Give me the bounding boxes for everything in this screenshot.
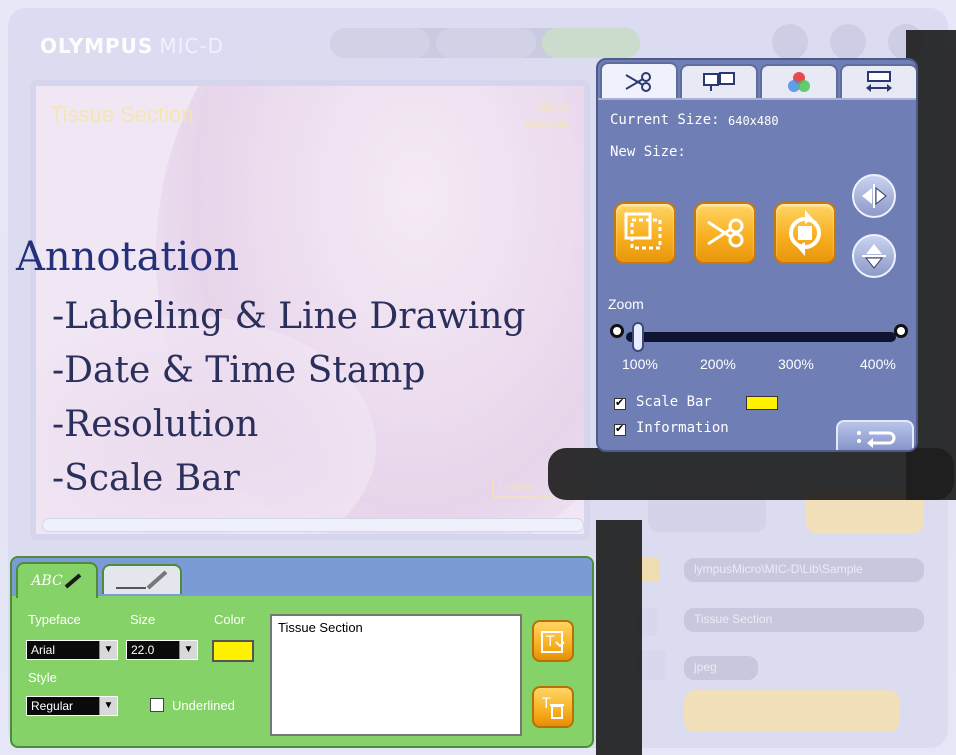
return-icon xyxy=(857,431,896,448)
screen: OLYMPUS MIC-D Tissue Section MIC-D 640x48… xyxy=(0,0,956,755)
format-select[interactable]: jpeg xyxy=(684,656,758,680)
crop-icon xyxy=(624,212,662,250)
svg-text:T: T xyxy=(545,634,555,650)
underlined-checkbox[interactable] xyxy=(150,698,164,712)
zoom-slider-thumb[interactable] xyxy=(632,322,644,352)
annotation-item: -Scale Bar xyxy=(52,458,240,499)
title-field[interactable]: Tissue Section xyxy=(684,608,924,632)
tool-tab-strip xyxy=(12,558,592,596)
size-select[interactable]: 22.0 ▼ xyxy=(126,640,198,660)
toolbar-segment[interactable] xyxy=(542,28,640,58)
text-insert-icon: T xyxy=(541,631,565,653)
tab-transfer[interactable] xyxy=(840,64,916,98)
brand-name: MIC-D xyxy=(159,34,225,58)
text-delete-icon: T xyxy=(541,696,564,719)
pencil-icon xyxy=(64,573,81,589)
annotation-item: -Resolution xyxy=(52,404,259,445)
delete-text-button[interactable]: T xyxy=(532,686,574,728)
rotate-button[interactable] xyxy=(774,202,836,264)
underlined-label: Underlined xyxy=(172,698,235,713)
annotation-text-input[interactable]: Tissue Section xyxy=(270,614,522,736)
typeface-value: Arial xyxy=(31,643,56,657)
tab-display[interactable] xyxy=(680,64,758,98)
text-tab-label: ABC xyxy=(31,573,63,589)
style-value: Regular xyxy=(31,699,74,713)
cut-button[interactable] xyxy=(694,202,756,264)
image-info: MIC-D 640x480 xyxy=(526,100,568,134)
chevron-down-icon: ▼ xyxy=(99,641,117,659)
zoom-tick-label: 200% xyxy=(700,356,736,372)
tab-resize[interactable] xyxy=(600,62,678,100)
zoom-out-icon[interactable] xyxy=(610,324,624,338)
scissors-icon xyxy=(625,72,651,92)
zoom-slider[interactable] xyxy=(626,332,896,342)
resize-panel: Current Size: 640x480 New Size: Zoom 100… xyxy=(596,58,918,452)
zoom-in-icon[interactable] xyxy=(894,324,908,338)
panel-shadow xyxy=(548,448,954,500)
zoom-tick-label: 100% xyxy=(622,356,658,372)
back-button[interactable] xyxy=(836,420,914,450)
color-icon xyxy=(788,72,810,92)
svg-text:T: T xyxy=(541,696,551,712)
image-label: Tissue Section xyxy=(50,102,194,127)
crop-button[interactable] xyxy=(614,202,676,264)
typeface-label: Typeface xyxy=(28,612,81,627)
current-size-value: 640x480 xyxy=(728,114,779,128)
scale-bar-color-swatch[interactable] xyxy=(746,396,778,410)
window-button[interactable] xyxy=(772,24,808,60)
current-size-label: Current Size: xyxy=(610,112,720,128)
flip-vertical-button[interactable] xyxy=(852,234,896,278)
scale-bar-text: 100µm xyxy=(498,482,534,493)
chevron-down-icon: ▼ xyxy=(179,641,197,659)
rotate-icon xyxy=(789,210,821,256)
scissors-icon xyxy=(707,218,744,248)
color-label: Color xyxy=(214,612,246,627)
chevron-down-icon: ▼ xyxy=(99,697,117,715)
panel-shadow xyxy=(596,520,642,755)
toolbar-pill[interactable] xyxy=(330,28,640,58)
size-label: Size xyxy=(130,612,156,627)
tab-line-drawing[interactable] xyxy=(102,564,182,594)
path-field[interactable]: lympusMicro\MIC-D\Lib\Sample xyxy=(684,558,924,582)
new-size-label: New Size: xyxy=(610,144,686,160)
apply-text-button[interactable]: T xyxy=(532,620,574,662)
toolbar-segment[interactable] xyxy=(436,28,536,58)
preview-scrollbar[interactable] xyxy=(42,518,584,532)
annotation-item: -Labeling & Line Drawing xyxy=(52,296,526,337)
flip-vertical-icon xyxy=(862,244,886,269)
app-logo: OLYMPUS MIC-D xyxy=(40,34,224,58)
typeface-select[interactable]: Arial ▼ xyxy=(26,640,118,660)
help-button[interactable] xyxy=(830,24,866,60)
annotation-item: -Date & Time Stamp xyxy=(52,350,426,391)
image-info-line: MIC-D xyxy=(536,102,568,114)
size-value: 22.0 xyxy=(131,643,155,657)
image-info-line: 640x480 xyxy=(525,119,568,131)
panel-tabs xyxy=(598,60,916,100)
information-label: Information xyxy=(636,420,729,436)
brand-bold: OLYMPUS xyxy=(40,34,154,58)
annotation-title: Annotation xyxy=(16,234,240,280)
save-button[interactable] xyxy=(684,690,900,732)
text-color-swatch[interactable] xyxy=(212,640,254,662)
line-pen-icon xyxy=(116,570,168,590)
scale-bar-label: Scale Bar xyxy=(636,394,712,410)
zoom-tick-label: 400% xyxy=(860,356,896,372)
information-checkbox[interactable] xyxy=(614,422,626,436)
monitor-icon xyxy=(703,72,735,91)
style-label: Style xyxy=(28,670,57,685)
flip-horizontal-button[interactable] xyxy=(852,174,896,218)
scale-bar-checkbox[interactable] xyxy=(614,396,626,410)
transfer-icon xyxy=(866,71,892,92)
zoom-tick-label: 300% xyxy=(778,356,814,372)
tab-color[interactable] xyxy=(760,64,838,98)
annotation-tool-panel: ABC Typeface Size Color Arial ▼ 22.0 ▼ Sty… xyxy=(10,556,594,748)
flip-horizontal-icon xyxy=(862,184,887,208)
tab-text[interactable]: ABC xyxy=(16,562,98,598)
toolbar-segment[interactable] xyxy=(330,28,430,58)
style-select[interactable]: Regular ▼ xyxy=(26,696,118,716)
zoom-label: Zoom xyxy=(608,296,644,312)
